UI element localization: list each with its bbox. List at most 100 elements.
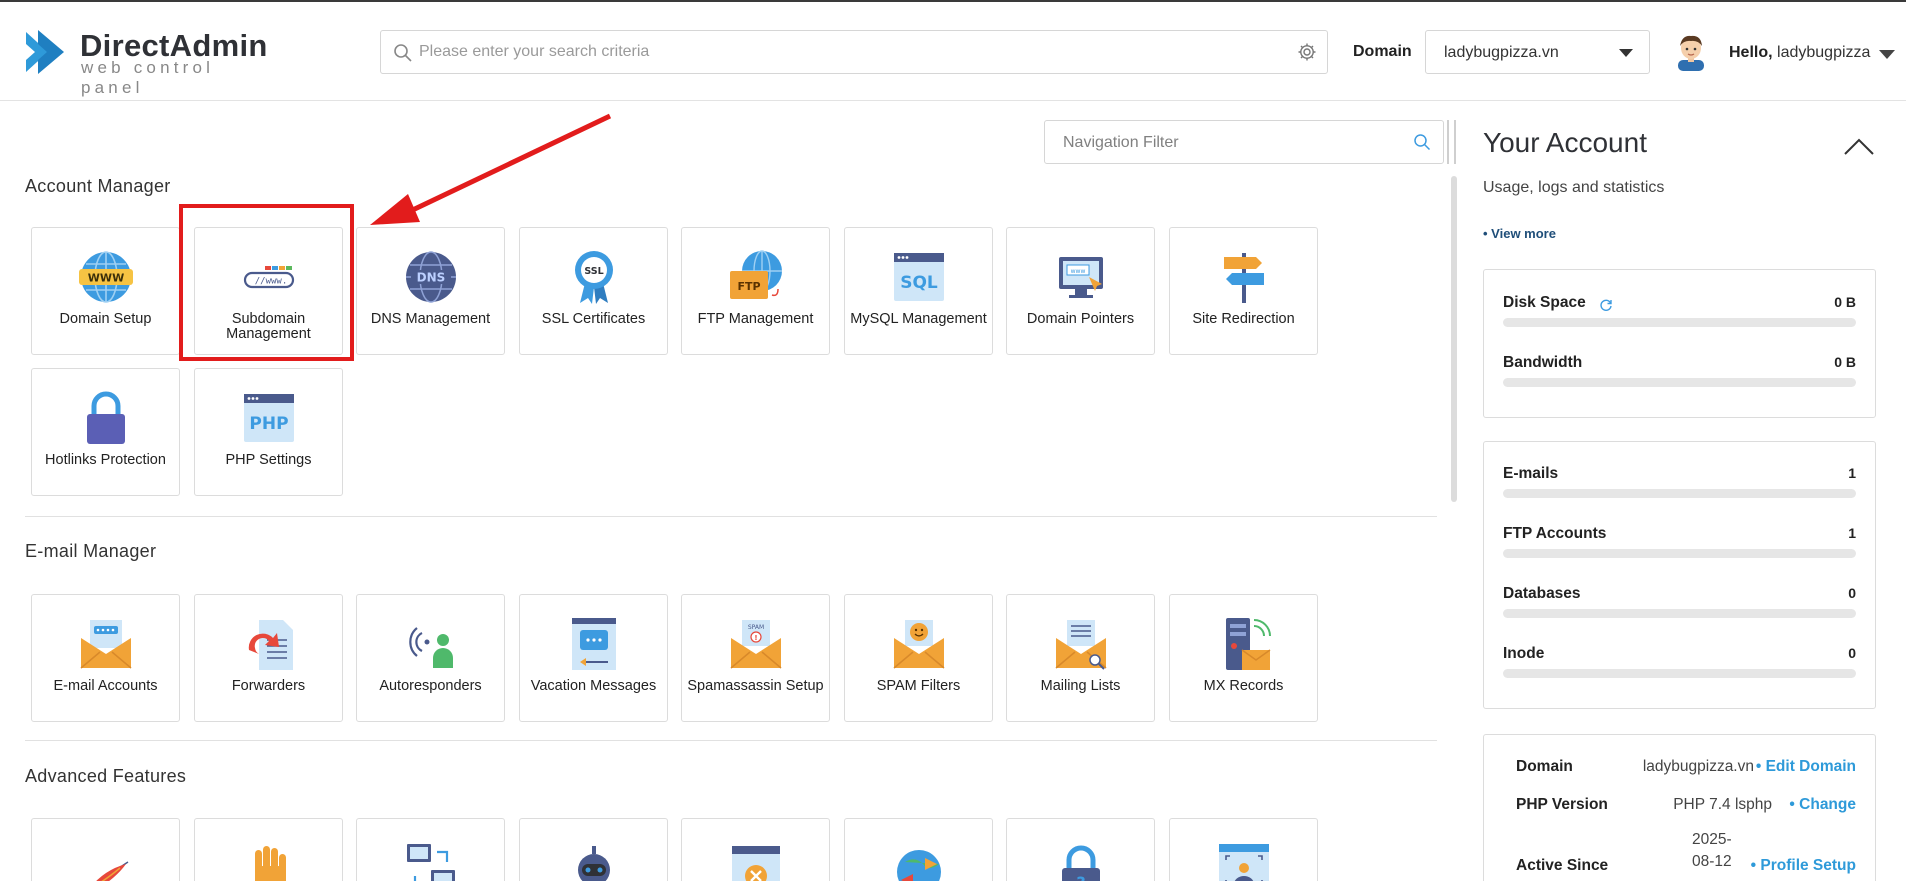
stat-name: Bandwidth [1503,354,1583,371]
vacation-message-icon [571,618,616,670]
tile-forwarders[interactable]: Forwarders [194,594,343,722]
stat-value: 1 [1848,525,1856,541]
tile-advanced-1[interactable] [31,818,180,881]
tile-hotlinks-protection[interactable]: Hotlinks Protection [31,368,180,496]
tile-advanced-4[interactable] [519,818,668,881]
lock-question-icon: ? [1061,845,1100,881]
logo-tagline: web control panel [81,58,215,97]
tile-label: Domain Pointers [1026,311,1135,327]
svg-text:PHP: PHP [249,414,288,434]
progress-bar [1503,318,1856,327]
tile-label: Autoresponders [379,678,482,694]
tile-label: E-mail Accounts [53,678,158,694]
svg-text:SQL: SQL [900,273,938,293]
stat-value: 0 B [1834,294,1856,310]
tile-domain-pointers[interactable]: www Domain Pointers [1006,227,1155,355]
envelope-password-icon [80,620,131,669]
svg-text:SPAM: SPAM [747,624,763,631]
tile-advanced-5[interactable] [681,818,830,881]
directadmin-logo[interactable]: DirectAdmin web control panel [24,24,267,97]
tile-mailing-lists[interactable]: Mailing Lists [1006,594,1155,722]
tile-autoresponders[interactable]: Autoresponders [356,594,505,722]
padlock-icon [86,391,125,444]
stat-name: Disk Space [1503,294,1586,311]
tile-site-redirection[interactable]: Site Redirection [1169,227,1318,355]
info-key: Domain [1516,758,1573,775]
tile-label: SPAM Filters [876,678,961,694]
tile-advanced-8[interactable] [1169,818,1318,881]
username: ladybugpizza [1777,44,1871,61]
change-php-link[interactable]: • Change [1789,796,1856,814]
tile-label: Spamassassin Setup [687,678,824,694]
globe-www-icon: WWW [78,251,133,303]
user-greeting[interactable]: Hello, ladybugpizza [1729,44,1870,62]
tile-mx-records[interactable]: MX Records [1169,594,1318,722]
usage-card: Disk Space 0 B Bandwidth 0 B [1483,269,1876,418]
top-header: DirectAdmin web control panel Domain lad… [0,2,1906,101]
tile-domain-setup[interactable]: WWW Domain Setup [31,227,180,355]
tile-label: Forwarders [231,678,306,694]
tile-advanced-2[interactable] [194,818,343,881]
autoresponder-person-icon [408,627,453,668]
account-panel-subtitle: Usage, logs and statistics [1483,179,1665,196]
info-value-line2: 08-12 [1692,853,1732,870]
info-value-line1: 2025- [1692,831,1732,848]
smile-envelope-icon [893,620,944,669]
view-more-link[interactable]: • View more [1483,226,1556,241]
tile-email-accounts[interactable]: E-mail Accounts [31,594,180,722]
profile-setup-link[interactable]: • Profile Setup [1751,857,1856,875]
navigation-filter [1044,120,1444,164]
tile-vacation-messages[interactable]: Vacation Messages [519,594,668,722]
info-row-active-since: Active Since 2025- 08-12 • Profile Setup [1516,831,1856,877]
search-settings-gear-icon[interactable] [1297,42,1317,62]
tile-advanced-3[interactable] [356,818,505,881]
collapse-chevron-up-icon[interactable] [1843,136,1875,156]
section-title-account-manager: Account Manager [25,176,171,196]
globe-arrows-icon [896,850,941,881]
tile-php-settings[interactable]: PHP PHP Settings [194,368,343,496]
stat-name: FTP Accounts [1503,525,1607,542]
info-value: PHP 7.4 lsphp [1673,796,1772,813]
tile-ssl-certificates[interactable]: SSL SSL Certificates [519,227,668,355]
tile-label: SSL Certificates [541,311,646,327]
stat-value: 1 [1848,465,1856,481]
svg-text:?: ? [1076,873,1085,881]
refresh-icon[interactable] [1599,298,1613,312]
info-key: PHP Version [1516,796,1608,813]
tile-mysql-management[interactable]: SQL MySQL Management [844,227,993,355]
section-divider [25,516,1437,517]
info-row-php-version: PHP Version PHP 7.4 lsphp • Change [1516,796,1856,816]
section-title-email-manager: E-mail Manager [25,541,157,561]
svg-text:FTP: FTP [737,280,760,293]
chevron-down-icon [1619,49,1633,57]
user-avatar[interactable] [1674,33,1708,71]
tile-dns-management[interactable]: DNS DNS Management [356,227,505,355]
tile-label: Vacation Messages [530,678,657,694]
panel-resize-handle[interactable] [1447,120,1456,164]
tile-label: PHP Settings [225,452,312,468]
tile-spamassassin-setup[interactable]: SPAM ! Spamassassin Setup [681,594,830,722]
main-scrollbar[interactable] [1451,176,1457,502]
sql-window-icon: SQL [893,253,944,301]
progress-bar [1503,549,1856,558]
tile-label: DNS Management [370,311,491,327]
navigation-filter-input[interactable] [1063,128,1393,158]
tile-advanced-7[interactable]: ? [1006,818,1155,881]
robot-icon [577,846,610,881]
search-input[interactable] [419,37,1259,67]
greeting-word: Hello, [1729,44,1773,61]
progress-bar [1503,669,1856,678]
edit-domain-link[interactable]: • Edit Domain [1756,758,1856,776]
progress-bar [1503,489,1856,498]
domain-pointer-monitor-icon: www [1058,257,1103,298]
ssl-badge-icon: SSL [574,251,613,304]
user-menu-chevron-icon[interactable] [1879,50,1895,59]
tile-advanced-6[interactable] [844,818,993,881]
tile-ftp-management[interactable]: FTP FTP Management [681,227,830,355]
forward-arrow-icon [248,620,293,670]
tile-spam-filters[interactable]: SPAM Filters [844,594,993,722]
domain-select[interactable]: ladybugpizza.vn [1425,30,1650,74]
domain-select-value: ladybugpizza.vn [1444,44,1559,61]
mx-server-icon [1225,618,1271,670]
tile-label: Domain Setup [59,311,152,327]
